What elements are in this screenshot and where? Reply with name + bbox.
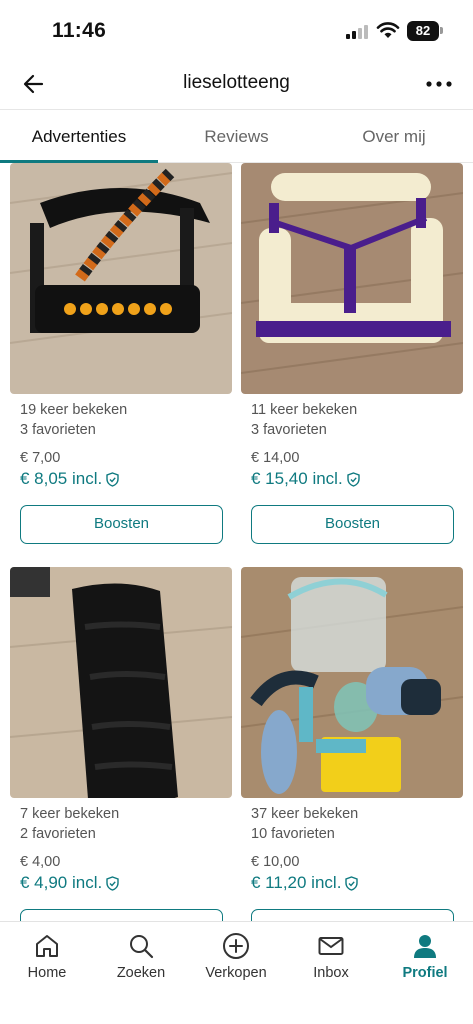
boost-button[interactable]: Boosten [20, 909, 223, 921]
nav-label: Profiel [402, 965, 448, 981]
status-time: 11:46 [52, 19, 107, 42]
view-count: 19 keer bekeken [20, 402, 128, 418]
favorite-count: 10 favorieten [251, 826, 335, 842]
nav-home[interactable]: Home [0, 922, 94, 1002]
view-count: 11 keer bekeken [251, 402, 358, 418]
nav-profiel[interactable]: Profiel [378, 922, 472, 1002]
tab-reviews[interactable]: Reviews [158, 111, 315, 163]
fleece-sleeve-photo-image [10, 567, 232, 798]
listing-photo[interactable] [10, 163, 232, 394]
price-incl-row: € 4,90 incl. [20, 872, 232, 894]
profile-tabs: Advertenties Reviews Over mij [0, 111, 473, 163]
boost-button[interactable]: Boosten [251, 505, 454, 544]
tab-over-mij[interactable]: Over mij [315, 111, 473, 163]
view-count: 7 keer bekeken [20, 806, 120, 822]
wifi-icon [376, 21, 400, 39]
listing-card[interactable]: 11 keer bekeken 3 favorieten € 14,00 € 1… [241, 163, 463, 544]
price: € 7,00 [20, 450, 61, 466]
price: € 10,00 [251, 854, 300, 870]
status-bar: 11:46 82 [0, 0, 473, 58]
shield-check-icon [106, 875, 119, 891]
nav-label: Inbox [313, 965, 349, 981]
price-incl-row: € 11,20 incl. [251, 872, 463, 894]
page-title: lieselotteeng [183, 72, 290, 93]
price-incl-row: € 8,05 incl. [20, 468, 232, 490]
search-icon [130, 935, 154, 959]
more-dots-icon [426, 81, 452, 87]
boost-button[interactable]: Boosten [251, 909, 454, 921]
top-app-bar: lieselotteeng [0, 58, 473, 110]
nav-label: Zoeken [116, 965, 166, 981]
shield-check-icon [346, 471, 360, 487]
nav-verkopen[interactable]: Verkopen [189, 922, 283, 1002]
battery-indicator: 82 [407, 21, 439, 41]
grooming-kit-photo-image [241, 567, 463, 798]
listing-card[interactable]: 37 keer bekeken 10 favorieten € 10,00 € … [241, 567, 463, 921]
price-incl-row: € 15,40 incl. [251, 468, 463, 490]
nav-label: Home [27, 965, 67, 981]
favorite-count: 3 favorieten [251, 422, 327, 438]
price: € 14,00 [251, 450, 300, 466]
battery-cap [440, 27, 443, 34]
mail-icon [318, 937, 344, 955]
bottom-navigation: Home Zoeken Verkopen Inbox Profiel [0, 921, 473, 1024]
profile-icon [414, 935, 436, 958]
price-incl: € 15,40 incl. [251, 469, 343, 488]
halter-photo-image [10, 163, 232, 394]
plus-circle-icon [223, 933, 249, 959]
nav-inbox[interactable]: Inbox [284, 922, 378, 1002]
signal-icon [346, 23, 370, 39]
price-incl: € 8,05 incl. [20, 469, 103, 488]
halter-photo-image [241, 163, 463, 394]
shield-check-icon [106, 471, 119, 487]
listing-photo[interactable] [241, 567, 463, 798]
favorite-count: 2 favorieten [20, 826, 96, 842]
listing-photo[interactable] [241, 163, 463, 394]
price-incl: € 4,90 incl. [20, 873, 103, 892]
home-icon [36, 935, 58, 957]
listings-grid: 19 keer bekeken 3 favorieten € 7,00 € 8,… [0, 163, 473, 921]
boost-button[interactable]: Boosten [20, 505, 223, 544]
price: € 4,00 [20, 854, 61, 870]
tab-advertenties[interactable]: Advertenties [0, 111, 158, 163]
view-count: 37 keer bekeken [251, 806, 359, 822]
listing-photo[interactable] [10, 567, 232, 798]
shield-check-icon [345, 875, 359, 891]
nav-label: Verkopen [205, 965, 267, 981]
more-options-button[interactable] [424, 70, 454, 98]
nav-zoeken[interactable]: Zoeken [94, 922, 188, 1002]
listing-card[interactable]: 7 keer bekeken 2 favorieten € 4,00 € 4,9… [10, 567, 232, 921]
favorite-count: 3 favorieten [20, 422, 96, 438]
listing-card[interactable]: 19 keer bekeken 3 favorieten € 7,00 € 8,… [10, 163, 232, 544]
price-incl: € 11,20 incl. [251, 873, 342, 892]
